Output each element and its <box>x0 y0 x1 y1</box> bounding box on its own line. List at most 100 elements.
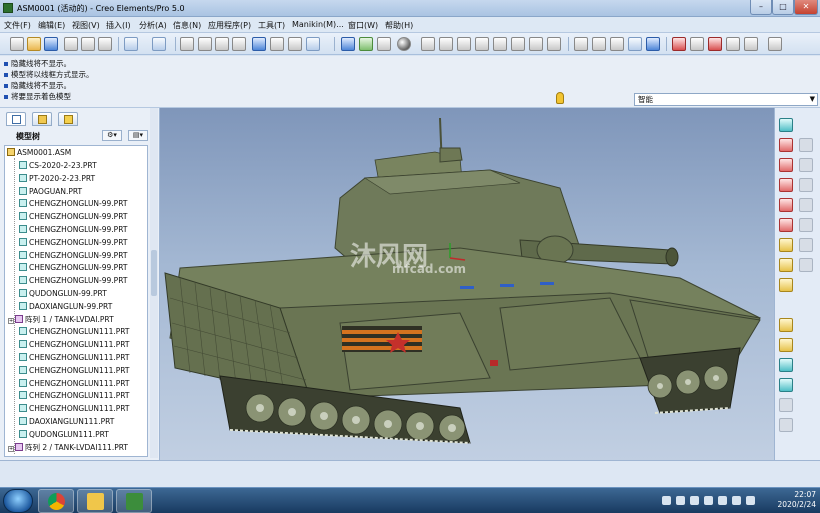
display-style-icon[interactable] <box>646 37 660 51</box>
menu-window[interactable]: 窗口(W) <box>348 20 378 31</box>
layers-icon[interactable] <box>529 37 543 51</box>
paste-special-icon[interactable] <box>232 37 246 51</box>
shell-icon[interactable] <box>779 338 793 352</box>
annotation-icon[interactable] <box>744 37 758 51</box>
folder-browser-tab[interactable] <box>32 112 52 126</box>
tree-pattern-item[interactable]: + 阵列 1 / TANK-LVDAI.PRT <box>8 314 114 326</box>
email-link-icon[interactable] <box>98 37 112 51</box>
tree-settings-button[interactable]: ⚙▾ <box>102 130 122 141</box>
explorer-task[interactable] <box>77 489 113 513</box>
chamfer-icon[interactable] <box>779 278 793 292</box>
analysis-icon[interactable] <box>799 178 813 192</box>
close-button[interactable]: ✕ <box>794 0 818 15</box>
tree-part-item[interactable]: CHENGZHONGLUN111.PRT <box>19 365 130 377</box>
favorites-tab[interactable] <box>58 112 78 126</box>
menu-edit[interactable]: 编辑(E) <box>38 20 65 31</box>
menu-manikin[interactable]: Manikin(M)... <box>292 20 344 29</box>
tree-part-item[interactable]: CHENGZHONGLUN-99.PRT <box>19 211 127 223</box>
maximize-button[interactable]: □ <box>772 0 794 15</box>
selection-filter-dropdown[interactable]: 智能 ▼ <box>634 93 818 106</box>
tree-part-item[interactable]: CHENGZHONGLUN111.PRT <box>19 326 130 338</box>
refit-icon[interactable] <box>475 37 489 51</box>
tree-part-item[interactable]: CHENGZHONGLUN-99.PRT <box>19 237 127 249</box>
tree-part-item[interactable]: CHENGZHONGLUN111.PRT <box>19 339 130 351</box>
regen-manager-icon[interactable] <box>270 37 284 51</box>
menu-help[interactable]: 帮助(H) <box>385 20 413 31</box>
datum-axes-icon[interactable] <box>690 37 704 51</box>
datum-points-icon[interactable] <box>708 37 722 51</box>
view-manager-icon[interactable] <box>547 37 561 51</box>
expand-icon[interactable]: + <box>8 445 14 452</box>
trim-icon[interactable] <box>779 418 793 432</box>
round-icon[interactable] <box>799 258 813 272</box>
orient-icon[interactable] <box>377 37 391 51</box>
hole-icon[interactable] <box>779 258 793 272</box>
print-icon[interactable] <box>64 37 78 51</box>
shaded-icon[interactable] <box>628 37 642 51</box>
open-icon[interactable] <box>27 37 41 51</box>
model-tree-tab[interactable] <box>6 112 26 126</box>
plane-icon[interactable] <box>779 138 793 152</box>
pattern-icon[interactable] <box>779 378 793 392</box>
spin-center-icon[interactable] <box>359 37 373 51</box>
csys-icon[interactable] <box>779 178 793 192</box>
tree-part-item[interactable]: CHENGZHONGLUN-99.PRT <box>19 224 127 236</box>
menu-info[interactable]: 信息(N) <box>173 20 201 31</box>
tree-part-item[interactable]: CHENGZHONGLUN111.PRT <box>19 390 130 402</box>
lightbulb-icon[interactable] <box>556 92 564 104</box>
merge-icon[interactable] <box>779 398 793 412</box>
expand-icon[interactable]: + <box>8 317 14 324</box>
clock[interactable]: 22:07 2020/2/24 <box>760 490 816 510</box>
wireframe-icon[interactable] <box>574 37 588 51</box>
no-hidden-icon[interactable] <box>610 37 624 51</box>
scrollbar-thumb[interactable] <box>151 250 157 296</box>
reorient-icon[interactable] <box>493 37 507 51</box>
tray-icon[interactable] <box>746 496 755 505</box>
creo-task[interactable] <box>116 489 152 513</box>
cut-icon[interactable] <box>180 37 194 51</box>
saved-views-icon[interactable] <box>511 37 525 51</box>
new-icon[interactable] <box>10 37 24 51</box>
draft-icon[interactable] <box>779 358 793 372</box>
redo-icon[interactable] <box>152 37 166 51</box>
menu-applications[interactable]: 应用程序(P) <box>208 20 251 31</box>
menu-file[interactable]: 文件(F) <box>4 20 31 31</box>
tree-part-item[interactable]: PAOGUAN.PRT <box>19 186 82 198</box>
tree-part-item[interactable]: CHENGZHONGLUN-99.PRT <box>19 250 127 262</box>
paste-icon[interactable] <box>215 37 229 51</box>
copy-icon[interactable] <box>198 37 212 51</box>
save-icon[interactable] <box>44 37 58 51</box>
extrude-icon[interactable] <box>779 218 793 232</box>
regenerate-icon[interactable] <box>252 37 266 51</box>
sketch-icon[interactable] <box>779 118 793 132</box>
menu-view[interactable]: 视图(V) <box>72 20 100 31</box>
tree-part-item[interactable]: CHENGZHONGLUN-99.PRT <box>19 198 127 210</box>
tray-icon[interactable] <box>662 496 671 505</box>
menu-insert[interactable]: 插入(I) <box>106 20 131 31</box>
repaint-icon[interactable] <box>341 37 355 51</box>
minimize-button[interactable]: – <box>750 0 772 15</box>
undo-icon[interactable] <box>124 37 138 51</box>
tree-part-item[interactable]: CHENGZHONGLUN-99.PRT <box>19 262 127 274</box>
datum-planes-icon[interactable] <box>672 37 686 51</box>
sweep-icon[interactable] <box>779 238 793 252</box>
menu-tools[interactable]: 工具(T) <box>258 20 285 31</box>
offset-icon[interactable] <box>799 198 813 212</box>
menu-analysis[interactable]: 分析(A) <box>139 20 167 31</box>
coordinate-systems-icon[interactable] <box>726 37 740 51</box>
volume-icon[interactable] <box>732 496 741 505</box>
tree-part-item[interactable]: CHENGZHONGLUN-99.PRT <box>19 275 127 287</box>
tree-pattern-item[interactable]: + 阵列 2 / TANK-LVDAI111.PRT <box>8 442 128 454</box>
windows-start-icon[interactable] <box>3 489 33 513</box>
network-icon[interactable] <box>718 496 727 505</box>
zoom-out-icon[interactable] <box>457 37 471 51</box>
tree-show-button[interactable]: ▤▾ <box>128 130 148 141</box>
tree-part-item[interactable]: CS-2020-2-23.PRT <box>19 160 97 172</box>
tree-part-item[interactable]: PT-2020-2-23.PRT <box>19 173 95 185</box>
revolve-icon[interactable] <box>799 218 813 232</box>
axis-icon[interactable] <box>799 138 813 152</box>
tree-part-item[interactable]: DAOXIANGLUN111.PRT <box>19 416 114 428</box>
tree-part-item[interactable]: DAOXIANGLUN-99.PRT <box>19 301 112 313</box>
tree-root[interactable]: ASM0001.ASM <box>7 147 71 159</box>
chrome-task[interactable] <box>38 489 74 513</box>
